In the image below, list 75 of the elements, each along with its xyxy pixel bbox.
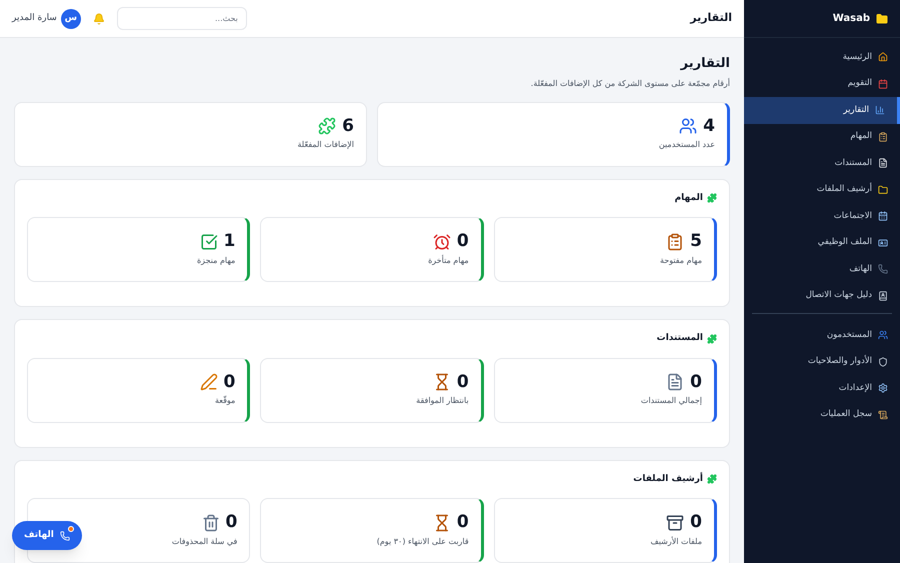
phone-icon xyxy=(60,530,70,540)
stat-value: 0 xyxy=(690,374,702,390)
nav-item[interactable]: المستخدمون xyxy=(752,322,892,348)
nav-item[interactable]: سجل العمليات xyxy=(752,402,892,428)
puzzle-icon xyxy=(318,117,336,135)
stat-value: 0 xyxy=(690,514,702,531)
alarm-clock-icon xyxy=(432,232,451,250)
stat-label: في سلة المحذوفات xyxy=(170,536,238,548)
page-title: التقارير xyxy=(679,55,730,73)
stat-label: مهام مفتوحة xyxy=(658,254,702,266)
folder-icon xyxy=(878,184,888,195)
search-field[interactable]: بحث... xyxy=(116,7,247,30)
users-icon xyxy=(878,330,888,340)
calendar-icon xyxy=(878,211,888,222)
nav-item[interactable]: المستندات xyxy=(744,150,900,176)
check-icon xyxy=(200,232,218,250)
stat-label: مهام منجزة xyxy=(196,254,236,266)
brand-name: Wasab xyxy=(832,12,870,26)
puzzle-icon xyxy=(707,193,717,204)
nav-item[interactable]: دليل جهات الاتصال xyxy=(744,282,900,309)
settings-icon xyxy=(878,383,888,394)
stat-label: عدد المستخدمين xyxy=(658,139,715,151)
document-icon xyxy=(878,158,888,168)
stat-value: 0 xyxy=(456,374,469,390)
calendar-icon xyxy=(878,78,888,89)
stat-label: قاربت على الانتهاء (٣٠ يوم) xyxy=(376,536,469,548)
nav-item[interactable]: الإعدادات xyxy=(752,375,892,402)
shield-icon xyxy=(878,356,888,367)
puzzle-icon xyxy=(707,334,717,344)
stat-label: مهام متأخرة xyxy=(427,254,469,266)
bar-chart-icon xyxy=(875,105,885,116)
trash-icon xyxy=(202,514,220,532)
stat-value: 0 xyxy=(224,374,236,390)
stat-value: 0 xyxy=(456,233,469,250)
stat-value: 5 xyxy=(690,233,702,250)
clipboard-icon xyxy=(878,132,888,142)
stat-value: 4 xyxy=(703,118,715,134)
home-icon xyxy=(878,52,888,62)
nav-item[interactable]: الهاتف xyxy=(744,256,900,282)
stat-label: الإضافات المفعّلة xyxy=(296,139,354,151)
scroll-icon xyxy=(878,410,888,420)
nav-item[interactable]: الملف الوظيفي xyxy=(744,230,900,256)
nav-item[interactable]: الأدوار والصلاحيات xyxy=(752,348,892,375)
nav-item[interactable]: الاجتماعات xyxy=(744,203,900,230)
nav-item[interactable]: المهام xyxy=(744,124,900,150)
bell-icon[interactable] xyxy=(92,12,105,24)
nav-item[interactable]: أرشيف الملفات xyxy=(744,176,900,203)
folder-icon xyxy=(876,12,888,24)
nav-item[interactable]: التقويم xyxy=(744,70,900,97)
contacts-icon xyxy=(878,290,888,301)
phone-button[interactable]: الهاتف xyxy=(12,521,82,550)
phone-icon xyxy=(878,264,888,274)
stat-value: 0 xyxy=(456,514,469,531)
user-avatar[interactable]: س xyxy=(60,8,81,28)
user-name: سارة المدير xyxy=(12,12,57,25)
document-icon xyxy=(666,373,684,391)
section-title: المهام xyxy=(674,192,703,204)
id-card-icon xyxy=(878,238,888,248)
stat-value: 1 xyxy=(224,233,236,250)
header-title: التقارير xyxy=(688,10,732,26)
nav-item[interactable]: التقارير xyxy=(744,97,900,124)
clipboard-icon xyxy=(666,232,684,250)
stat-label: ملفات الأرشيف xyxy=(649,536,702,548)
page-subtitle: أرقام مجمّعة على مستوى الشركة من كل الإضافات المفعّلة. xyxy=(530,78,730,90)
stat-label: إجمالي المستندات xyxy=(640,395,702,407)
section-title: أرشيف الملفات xyxy=(633,472,703,486)
stat-value: 6 xyxy=(342,118,354,134)
stat-value: 0 xyxy=(226,514,238,531)
section-title: المستندات xyxy=(656,332,703,345)
nav-item[interactable]: الرئيسية xyxy=(744,44,900,70)
writing-icon xyxy=(200,373,218,391)
puzzle-icon xyxy=(707,474,717,484)
users-icon xyxy=(679,117,698,135)
stat-label: موقّعة xyxy=(214,395,236,407)
stat-label: بانتظار الموافقة xyxy=(415,395,469,407)
